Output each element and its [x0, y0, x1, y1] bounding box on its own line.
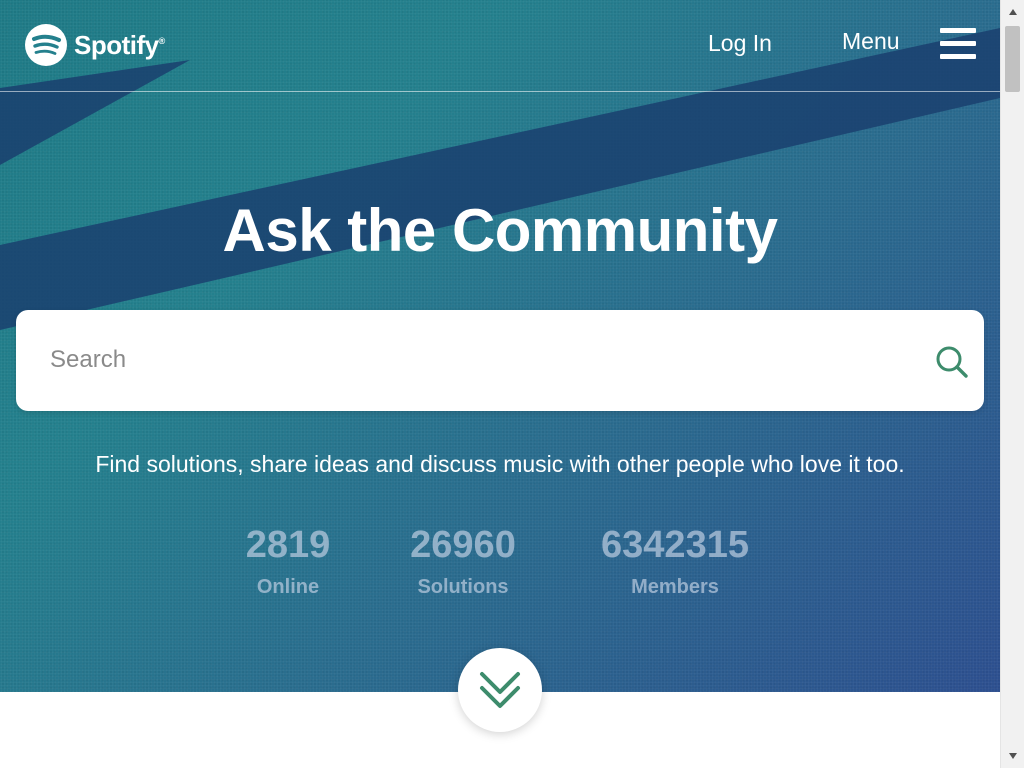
top-navigation: Spotify® Log In Menu [0, 0, 1000, 92]
logo-wordmark: Spotify® [74, 29, 165, 60]
scroll-down-arrow[interactable] [1001, 744, 1024, 768]
triangle-down-icon [1009, 753, 1017, 759]
search-bar [16, 310, 984, 411]
stat-members: 6342315 Members [585, 522, 765, 599]
scroll-down-button[interactable] [458, 648, 542, 732]
login-link[interactable]: Log In [708, 30, 772, 57]
page: Spotify® Log In Menu Ask the Community S… [0, 0, 1024, 768]
menu-label: Menu [842, 28, 900, 54]
stat-label: Members [631, 576, 719, 598]
chevron-double-down-icon [480, 672, 520, 708]
hero-tagline: Find solutions, share ideas and discuss … [95, 451, 905, 477]
stat-value: 2819 [245, 524, 331, 566]
search-button[interactable] [930, 340, 974, 384]
scrollbar-thumb[interactable] [1005, 26, 1020, 92]
hero-section: Spotify® Log In Menu Ask the Community S… [0, 0, 1000, 692]
menu-button[interactable]: Menu [842, 28, 900, 55]
stat-label: Solutions [417, 576, 509, 598]
scroll-up-arrow[interactable] [1001, 0, 1024, 24]
stat-solutions: 26960 Solutions [393, 522, 533, 599]
stat-online: 2819 Online [228, 522, 348, 599]
stat-label: Online [256, 576, 320, 598]
hamburger-icon[interactable] [940, 28, 976, 60]
triangle-up-icon [1009, 9, 1017, 15]
search-icon [936, 346, 968, 378]
page-title: Ask the Community [222, 197, 778, 264]
spotify-logo[interactable]: Spotify® [24, 22, 165, 68]
stat-value: 6342315 [601, 524, 749, 566]
vertical-scrollbar[interactable] [1000, 0, 1024, 768]
search-input[interactable] [50, 334, 910, 386]
spotify-logo-icon [25, 24, 67, 66]
stat-value: 26960 [410, 524, 516, 566]
